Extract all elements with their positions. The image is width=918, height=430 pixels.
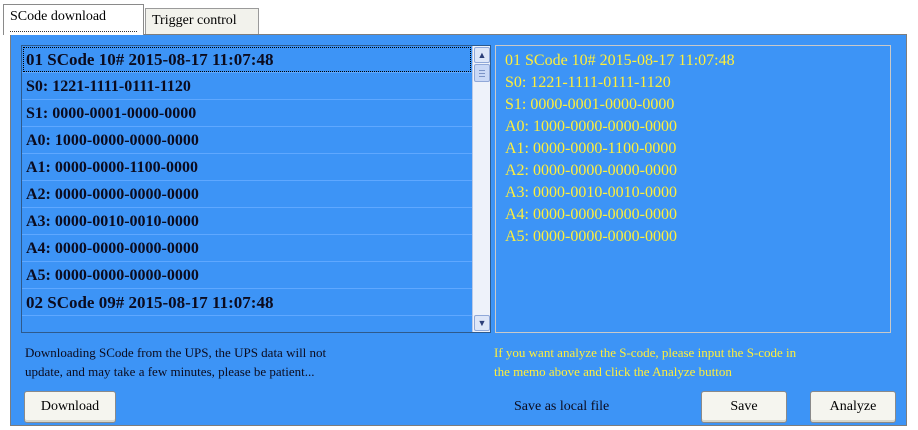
thumb-grip xyxy=(479,73,485,74)
save-button[interactable]: Save xyxy=(701,391,787,423)
tab-scode-download-label: SCode download xyxy=(10,9,107,24)
focus-underline xyxy=(10,31,137,32)
scode-listbox[interactable]: 01 SCode 10# 2015-08-17 11:07:48 S0: 122… xyxy=(21,45,491,333)
arrow-down-icon: ▼ xyxy=(477,318,487,328)
save-as-local-file-label: Save as local file xyxy=(514,399,610,414)
list-item[interactable]: A0: 1000-0000-0000-0000 xyxy=(22,127,472,154)
memo-line: A4: 0000-0000-0000-0000 xyxy=(505,206,677,223)
download-info-line: update, and may take a few minutes, plea… xyxy=(25,364,315,379)
scroll-thumb[interactable] xyxy=(474,64,490,82)
arrow-up-icon: ▲ xyxy=(477,50,487,60)
download-info-line: Downloading SCode from the UPS, the UPS … xyxy=(25,345,327,360)
list-item[interactable]: A2: 0000-0000-0000-0000 xyxy=(22,181,472,208)
tab-scode-download[interactable]: SCode download xyxy=(3,4,144,35)
scroll-down-button[interactable]: ▼ xyxy=(474,315,490,331)
download-button[interactable]: Download xyxy=(24,391,116,423)
scode-list: 01 SCode 10# 2015-08-17 11:07:48 S0: 122… xyxy=(22,46,472,332)
list-item[interactable]: 01 SCode 10# 2015-08-17 11:07:48 xyxy=(22,46,472,73)
thumb-grip xyxy=(479,70,485,71)
memo-line: A0: 1000-0000-0000-0000 xyxy=(505,118,677,135)
memo-line: A2: 0000-0000-0000-0000 xyxy=(505,162,677,179)
list-item[interactable]: A5: 0000-0000-0000-0000 xyxy=(22,262,472,289)
memo-line: 01 SCode 10# 2015-08-17 11:07:48 xyxy=(505,52,735,69)
tab-trigger-control[interactable]: Trigger control xyxy=(145,8,259,34)
analyze-button[interactable]: Analyze xyxy=(810,391,896,423)
scode-download-panel: 01 SCode 10# 2015-08-17 11:07:48 S0: 122… xyxy=(10,34,907,426)
download-info-text: Downloading SCode from the UPS, the UPS … xyxy=(25,343,465,381)
list-scrollbar[interactable]: ▲ ▼ xyxy=(472,46,490,332)
list-item[interactable]: A1: 0000-0000-1100-0000 xyxy=(22,154,472,181)
scode-memo[interactable]: 01 SCode 10# 2015-08-17 11:07:48 S0: 122… xyxy=(495,45,891,333)
memo-line: A1: 0000-0000-1100-0000 xyxy=(505,140,677,157)
memo-line: S0: 1221-1111-0111-1120 xyxy=(505,74,671,91)
scroll-up-button[interactable]: ▲ xyxy=(474,47,490,63)
list-item[interactable]: A3: 0000-0010-0010-0000 xyxy=(22,208,472,235)
list-item[interactable]: S1: 0000-0001-0000-0000 xyxy=(22,100,472,127)
thumb-grip xyxy=(479,76,485,77)
memo-line: A5: 0000-0000-0000-0000 xyxy=(505,228,677,245)
tab-trigger-control-label: Trigger control xyxy=(152,13,237,28)
list-item[interactable]: S0: 1221-1111-0111-1120 xyxy=(22,73,472,100)
tab-strip: SCode download Trigger control xyxy=(0,0,918,36)
list-item[interactable]: 02 SCode 09# 2015-08-17 11:07:48 xyxy=(22,289,472,316)
analyze-info-line: If you want analyze the S-code, please i… xyxy=(494,345,797,360)
memo-line: S1: 0000-0001-0000-0000 xyxy=(505,96,675,113)
analyze-info-text: If you want analyze the S-code, please i… xyxy=(494,343,904,381)
analyze-info-line: the memo above and click the Analyze but… xyxy=(494,364,732,379)
memo-line: A3: 0000-0010-0010-0000 xyxy=(505,184,677,201)
list-item[interactable]: A4: 0000-0000-0000-0000 xyxy=(22,235,472,262)
